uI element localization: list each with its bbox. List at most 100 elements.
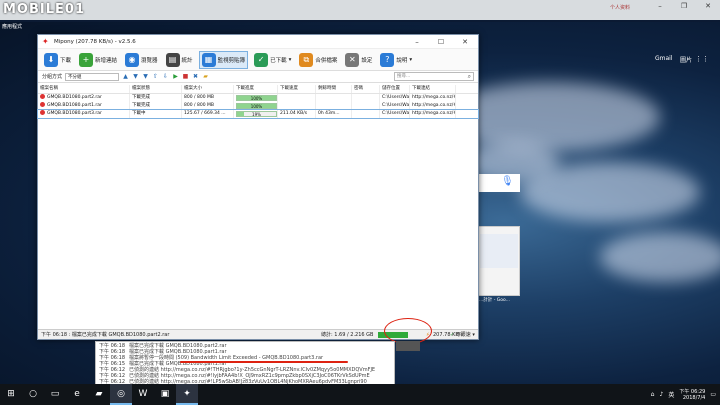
search-icon[interactable]: ○ — [22, 384, 44, 405]
explorer-icon[interactable]: ▰ — [88, 384, 110, 405]
tile-thumbnail — [480, 234, 518, 268]
password-cell — [352, 110, 380, 118]
column-header[interactable]: 密碼 — [352, 85, 380, 93]
delete-icon[interactable]: ✖ — [192, 73, 199, 80]
file-name-cell: GMQB.BD1080.part2.rar — [38, 94, 130, 102]
toolbar-button-6[interactable]: ⧉ 合併檔案 — [297, 51, 339, 69]
stats-icon: ▤ — [165, 52, 180, 67]
add-link-icon: + — [79, 52, 94, 67]
toolbar-button-3[interactable]: ▤ 統計 — [164, 51, 195, 69]
move-up-icon[interactable]: ▲ — [122, 73, 129, 80]
file-name: GMQB.BD1080.part1.rar — [47, 103, 102, 108]
toolbar-button-8[interactable]: ? 說明 ▾ — [378, 51, 414, 69]
maximize-icon[interactable]: ❐ — [676, 2, 692, 11]
remaining-cell: 0h 43m... — [316, 110, 352, 118]
progress-cell: 100% — [234, 102, 278, 110]
close-icon[interactable]: ✕ — [700, 2, 716, 11]
downloads-table: 檔案名稱 檔案狀態 檔案大小 下載進度 下載速度 剩餘時間 密碼 儲存位置 下載連結 GMQB.… — [37, 85, 479, 325]
toolbar-label: 說明 — [396, 57, 408, 64]
table-row[interactable]: GMQB.BD1080.part1.rar 下載完成 800 / 800 MB 100… — [38, 102, 478, 110]
toolbar-button-0[interactable]: ⬇ 下載 — [42, 51, 73, 69]
apps-grid-icon[interactable]: ⋮⋮ — [695, 55, 709, 63]
clock[interactable]: 下午 06:29 2018/7/4 — [679, 389, 705, 401]
status-total: 總計: 1.69 / 2.216 GB — [321, 332, 374, 338]
speed-limit-select[interactable]: ✓ 不限速 ▾ — [450, 331, 475, 338]
toolbar-button-1[interactable]: + 新增連結 — [77, 51, 119, 69]
priority-down-icon[interactable]: ⇩ — [162, 73, 169, 80]
window-titlebar: ✦ Mipony (207.78 KB/s) - v2.5.6 – ☐ ✕ — [38, 35, 478, 49]
progress-bar: 19% — [236, 111, 277, 117]
language-indicator[interactable]: 英 — [668, 390, 674, 399]
remaining-cell — [316, 102, 352, 110]
log-scrollbar[interactable] — [396, 341, 420, 351]
toolbar-button-7[interactable]: ✕ 設定 — [343, 51, 374, 69]
mipony-icon[interactable]: ✦ — [176, 384, 198, 405]
search-placeholder: 搜尋... — [397, 74, 411, 79]
start-icon[interactable]: ▶ — [172, 73, 179, 80]
move-down-icon[interactable]: ▼ — [132, 73, 139, 80]
network-icon[interactable]: ⌂ — [651, 391, 655, 398]
edge-icon[interactable]: e — [66, 384, 88, 405]
window-maximize-icon[interactable]: ☐ — [434, 38, 448, 46]
minimize-icon[interactable]: – — [652, 2, 668, 11]
column-header[interactable]: 剩餘時間 — [316, 85, 352, 93]
table-row[interactable]: GMQB.BD1080.part2.rar 下載完成 800 / 800 MB 100… — [38, 94, 478, 102]
column-header[interactable]: 檔案名稱 — [38, 85, 130, 93]
progress-bar: 100% — [236, 103, 277, 109]
tile-caption: ...計計 - Goo... — [479, 298, 510, 303]
clipboard-icon: ▦ — [201, 52, 216, 67]
error-icon — [40, 102, 45, 107]
clock-date: 2018/7/4 — [682, 394, 706, 401]
toolbar-button-4[interactable]: ▦ 監視剪貼簿 — [198, 50, 249, 69]
column-header[interactable]: 下載速度 — [278, 85, 316, 93]
column-header[interactable]: 下載進度 — [234, 85, 278, 93]
group-by-select[interactable]: 不分組 — [65, 72, 120, 81]
mipony-window: ✦ Mipony (207.78 KB/s) - v2.5.6 – ☐ ✕ ⬇ 下… — [37, 34, 479, 340]
column-header[interactable]: 檔案大小 — [182, 85, 234, 93]
chevron-down-icon[interactable]: ▾ — [289, 57, 292, 63]
table-row[interactable]: GMQB.BD1080.part3.rar 下載中 125.67 / 669.34 … — [37, 109, 479, 119]
window-close-icon[interactable]: ✕ — [458, 38, 472, 46]
word-icon[interactable]: W — [132, 384, 154, 405]
filter-bar: 分組方式 不分組 ▲ ▼ ▼ ⇧ ⇩ ▶ ■ ✖ ▰ 搜尋... ⌕ — [38, 71, 478, 83]
column-header[interactable]: 檔案狀態 — [130, 85, 182, 93]
store-icon[interactable]: ▣ — [154, 384, 176, 405]
images-link[interactable]: 圖片 — [680, 55, 692, 64]
column-header[interactable]: 儲存位置 — [380, 85, 410, 93]
chrome-profile-label[interactable]: 个人资料 — [610, 4, 630, 11]
toolbar: ⬇ 下載 + 新增連結 ◉ 瀏覽器 ▤ 統計 ▦ 監視剪貼簿 ✓ 已下載 ▾ ⧉ 合併檔案 ✕ 設定? 說明 ▾ — [38, 49, 478, 71]
status-cell: 下載完成 — [130, 94, 182, 102]
microphone-icon[interactable]: 🎙 — [501, 176, 514, 190]
toolbar-label: 統計 — [181, 57, 193, 64]
status-cell: 下載完成 — [130, 102, 182, 110]
location-cell: C:\Users\Wan\Dow... — [382, 94, 410, 102]
folder-icon[interactable]: ▰ — [202, 73, 209, 80]
filter-icon[interactable]: ▼ — [142, 73, 149, 80]
error-icon — [40, 94, 45, 99]
search-icon[interactable]: ⌕ — [468, 73, 471, 81]
stop-icon[interactable]: ■ — [182, 73, 189, 80]
log-panel: 下午 06:18 檔案已完成下載 GMQB.BD1080.part2.rar 下午 … — [95, 341, 395, 385]
taskbar-items: ⊞ ○ ▭ e ▰ ◎ W ▣ ✦ — [0, 384, 198, 405]
status-message: 下午 06:18 : 檔案已完成下載 GMQB.BD1080.part2.rar — [41, 332, 170, 338]
search-input[interactable]: 搜尋... ⌕ — [394, 72, 474, 81]
task-view-icon[interactable]: ▭ — [44, 384, 66, 405]
toolbar-button-2[interactable]: ◉ 瀏覽器 — [123, 51, 160, 69]
windows-start-icon[interactable]: ⊞ — [0, 384, 22, 405]
size-cell: 125.67 / 669.34 ... — [182, 110, 234, 118]
volume-icon[interactable]: ♪ — [659, 391, 663, 398]
chevron-down-icon[interactable]: ▾ — [409, 57, 412, 63]
bookmark-apps[interactable]: 應用程式 — [2, 23, 42, 33]
progress-text: 19% — [252, 112, 261, 117]
progress-bar: 100% — [236, 95, 277, 101]
window-minimize-icon[interactable]: – — [410, 38, 424, 46]
chrome-icon[interactable]: ◎ — [110, 384, 132, 405]
priority-up-icon[interactable]: ⇧ — [152, 73, 159, 80]
notification-icon[interactable]: ▭ — [710, 391, 716, 398]
toolbar-button-5[interactable]: ✓ 已下載 ▾ — [252, 51, 293, 69]
column-header[interactable]: 下載連結 — [410, 85, 456, 93]
window-title: Mipony (207.78 KB/s) - v2.5.6 — [54, 38, 136, 45]
annotation-underline — [180, 361, 348, 363]
toolbar-label: 合併檔案 — [315, 57, 338, 64]
gmail-link[interactable]: Gmail — [655, 55, 673, 62]
